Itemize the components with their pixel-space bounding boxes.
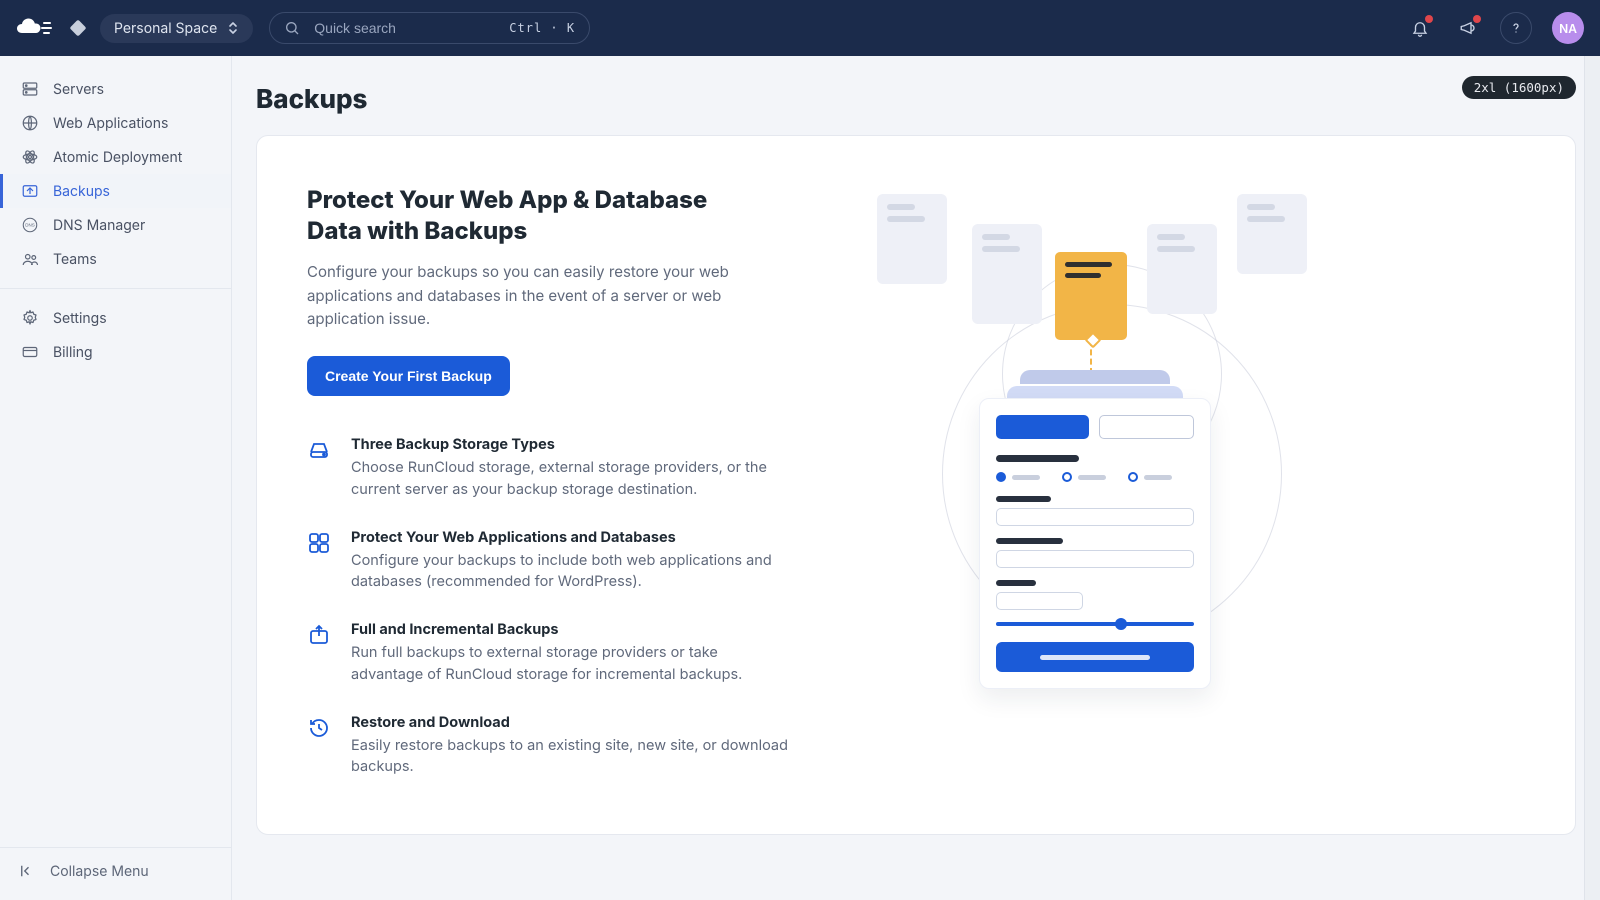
notifications-button[interactable] — [1404, 12, 1436, 44]
create-backup-button[interactable]: Create Your First Backup — [307, 356, 510, 396]
sidebar-item-dns-manager[interactable]: DNS DNS Manager — [0, 208, 231, 242]
hero-card: Protect Your Web App & Database Data wit… — [256, 135, 1576, 835]
sidebar-item-label: Backups — [53, 183, 110, 200]
scrollbar[interactable] — [1584, 56, 1600, 900]
illustration-card-icon — [1147, 224, 1217, 314]
feature-desc: Choose RunCloud storage, external storag… — [351, 457, 791, 501]
announcements-button[interactable] — [1452, 12, 1484, 44]
help-button[interactable] — [1500, 12, 1532, 44]
sidebar-divider — [0, 288, 231, 289]
history-icon — [307, 716, 333, 742]
sidebar-secondary: Settings Billing — [0, 301, 231, 369]
sidebar-item-servers[interactable]: Servers — [0, 72, 231, 106]
grid4-icon — [307, 531, 333, 557]
drive-icon — [307, 438, 333, 464]
main-content: 2xl (1600px) Backups Protect Your Web Ap… — [232, 56, 1600, 900]
sidebar-item-label: Teams — [53, 251, 97, 268]
feature-desc: Run full backups to external storage pro… — [351, 642, 791, 686]
illustration-card-icon — [877, 194, 947, 284]
sidebar-item-label: DNS Manager — [53, 217, 145, 234]
illustration-highlight-card-icon — [1055, 252, 1127, 340]
feature-title: Full and Incremental Backups — [351, 621, 791, 638]
illustration-card-icon — [972, 224, 1042, 324]
globe-icon — [21, 114, 39, 132]
workspace-label: Personal Space — [114, 20, 217, 37]
breakpoint-badge: 2xl (1600px) — [1462, 76, 1576, 99]
card-icon — [21, 343, 39, 361]
feature-item: Three Backup Storage Types Choose RunClo… — [307, 436, 807, 501]
illustration-stack-icon — [995, 370, 1195, 400]
gear-icon — [21, 309, 39, 327]
feature-desc: Configure your backups to include both w… — [351, 550, 791, 594]
sidebar-item-label: Web Applications — [53, 115, 168, 132]
sidebar-primary: Servers Web Applications Atomic Deployme… — [0, 72, 231, 276]
workspace-indicator-icon — [70, 20, 87, 37]
avatar-initials: NA — [1559, 21, 1577, 36]
hero-content: Protect Your Web App & Database Data wit… — [307, 184, 807, 778]
hero-illustration — [847, 184, 1525, 778]
chevron-up-down-icon — [227, 21, 239, 35]
header: Personal Space Ctrl · K NA — [0, 0, 1600, 56]
sidebar-item-label: Servers — [53, 81, 104, 98]
sidebar-item-teams[interactable]: Teams — [0, 242, 231, 276]
feature-desc: Easily restore backups to an existing si… — [351, 735, 791, 779]
atom-icon — [21, 148, 39, 166]
feature-title: Protect Your Web Applications and Databa… — [351, 529, 791, 546]
avatar[interactable]: NA — [1552, 12, 1584, 44]
notification-dot-icon — [1425, 15, 1433, 23]
search-box[interactable]: Ctrl · K — [269, 12, 590, 44]
page-title: Backups — [256, 84, 1576, 115]
sidebar-item-billing[interactable]: Billing — [0, 335, 231, 369]
feature-item: Protect Your Web Applications and Databa… — [307, 529, 807, 594]
hero-title: Protect Your Web App & Database Data wit… — [307, 184, 747, 246]
sidebar-item-settings[interactable]: Settings — [0, 301, 231, 335]
illustration-form-icon — [979, 398, 1211, 689]
collapse-icon — [18, 862, 36, 880]
upload-box-icon — [307, 623, 333, 649]
sidebar-item-label: Atomic Deployment — [53, 149, 182, 166]
feature-item: Full and Incremental Backups Run full ba… — [307, 621, 807, 686]
backup-icon — [21, 182, 39, 200]
search-icon — [284, 20, 300, 36]
team-icon — [21, 250, 39, 268]
sidebar: Servers Web Applications Atomic Deployme… — [0, 56, 232, 900]
feature-title: Restore and Download — [351, 714, 791, 731]
notification-dot-icon — [1473, 15, 1481, 23]
sidebar-item-label: Settings — [53, 310, 107, 327]
dns-icon: DNS — [21, 216, 39, 234]
feature-title: Three Backup Storage Types — [351, 436, 791, 453]
hero-subtitle: Configure your backups so you can easily… — [307, 260, 787, 330]
search-input[interactable] — [312, 19, 497, 37]
question-icon — [1508, 20, 1524, 36]
feature-item: Restore and Download Easily restore back… — [307, 714, 807, 779]
sidebar-item-web-applications[interactable]: Web Applications — [0, 106, 231, 140]
feature-list: Three Backup Storage Types Choose RunClo… — [307, 436, 807, 778]
workspace-switcher[interactable]: Personal Space — [100, 14, 253, 43]
collapse-label: Collapse Menu — [50, 863, 149, 880]
sidebar-item-atomic-deployment[interactable]: Atomic Deployment — [0, 140, 231, 174]
collapse-menu-button[interactable]: Collapse Menu — [0, 847, 231, 900]
sidebar-item-backups[interactable]: Backups — [0, 174, 231, 208]
server-icon — [21, 80, 39, 98]
svg-text:DNS: DNS — [25, 223, 35, 228]
search-shortcut: Ctrl · K — [509, 21, 575, 35]
logo[interactable] — [16, 17, 56, 39]
illustration-card-icon — [1237, 194, 1307, 274]
sidebar-item-label: Billing — [53, 344, 93, 361]
